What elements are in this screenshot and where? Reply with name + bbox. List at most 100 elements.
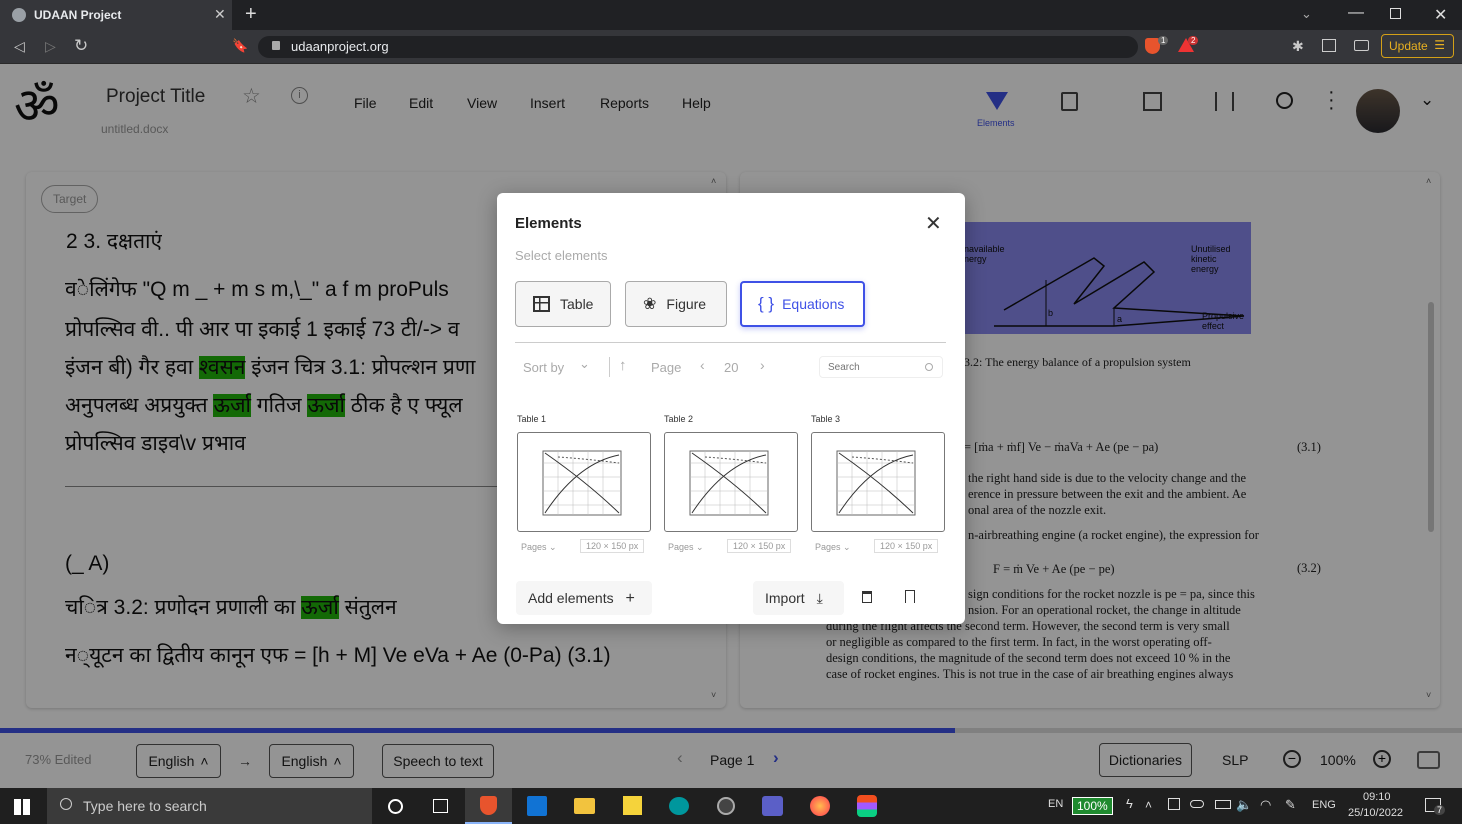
figma-icon[interactable] bbox=[857, 795, 877, 817]
elements-dialog: Elements ✕ Select elements Table ❀ Figur… bbox=[497, 193, 965, 624]
teams-icon[interactable] bbox=[762, 796, 783, 816]
close-tab-icon[interactable]: ✕ bbox=[214, 6, 226, 23]
volume-icon[interactable]: 🔈 bbox=[1236, 797, 1252, 813]
cortana-icon[interactable] bbox=[388, 799, 403, 814]
lock-icon bbox=[272, 41, 280, 50]
item-label: Table 2 bbox=[664, 414, 694, 424]
import-button[interactable]: Import ⤓ bbox=[753, 581, 844, 615]
table-type-button[interactable]: Table bbox=[515, 281, 611, 327]
file-explorer-icon[interactable] bbox=[574, 798, 595, 814]
item-label: Table 1 bbox=[517, 414, 547, 424]
search-box[interactable] bbox=[819, 356, 943, 378]
chevron-down-icon[interactable]: ⌄ bbox=[579, 356, 590, 372]
keyboard-language[interactable]: EN bbox=[1048, 798, 1063, 810]
firefox-icon[interactable] bbox=[810, 796, 830, 816]
chevron-down-icon: ⌄ bbox=[696, 542, 704, 552]
brave-taskbar-icon[interactable] bbox=[465, 788, 512, 824]
menu-lines-icon: ☰ bbox=[1434, 38, 1445, 52]
pages-select[interactable]: Pages ⌄ bbox=[521, 542, 557, 553]
pages-select[interactable]: Pages ⌄ bbox=[668, 542, 704, 553]
charging-icon: ϟ bbox=[1126, 796, 1133, 811]
obs-icon[interactable] bbox=[717, 797, 735, 815]
battery-icon[interactable] bbox=[1215, 800, 1231, 809]
sort-by-select[interactable]: Sort by bbox=[523, 360, 564, 375]
chevron-down-icon: ⌄ bbox=[843, 542, 851, 552]
pages-label: Pages bbox=[521, 542, 547, 552]
braces-icon: { } bbox=[758, 294, 775, 313]
tray-chevron-icon[interactable]: ˄ bbox=[1145, 798, 1152, 812]
thumbnail-plot bbox=[542, 450, 622, 516]
size-field[interactable]: 120 × 150 px bbox=[727, 539, 792, 553]
back-icon[interactable]: ◁ bbox=[14, 38, 25, 55]
browser-tab[interactable]: UDAAN Project ✕ bbox=[0, 0, 232, 30]
minimize-icon[interactable]: — bbox=[1348, 4, 1364, 22]
clock-date[interactable]: 25/10/2022 bbox=[1348, 807, 1403, 819]
prev-page-icon[interactable]: ‹ bbox=[700, 357, 705, 373]
plus-icon: + bbox=[625, 590, 635, 607]
taskbar-search-box[interactable]: Type here to search bbox=[47, 788, 372, 824]
chevron-down-icon: ⌄ bbox=[549, 542, 557, 552]
pages-label: Pages bbox=[815, 542, 841, 552]
address-bar[interactable] bbox=[258, 36, 1138, 58]
next-page-icon[interactable]: › bbox=[760, 357, 765, 373]
trash-icon[interactable] bbox=[862, 591, 872, 603]
brave-logo-icon bbox=[480, 796, 497, 815]
wifi-icon[interactable]: ◠ bbox=[1260, 797, 1271, 813]
figure-type-button[interactable]: ❀ Figure bbox=[625, 281, 727, 327]
size-field[interactable]: 120 × 150 px bbox=[580, 539, 645, 553]
dialog-subtitle: Select elements bbox=[515, 248, 608, 263]
pages-label: Pages bbox=[668, 542, 694, 552]
element-thumbnail[interactable] bbox=[811, 432, 945, 532]
wallet-icon[interactable] bbox=[1354, 40, 1369, 51]
update-button[interactable]: Update ☰ bbox=[1381, 34, 1454, 58]
divider bbox=[515, 342, 946, 343]
taskbar-search-placeholder: Type here to search bbox=[83, 798, 207, 814]
brave-favicon-icon bbox=[12, 8, 26, 22]
windows-taskbar: Type here to search EN 100% ϟ ˄ 🔈 ◠ ✎ EN… bbox=[0, 788, 1462, 824]
magnifier-icon bbox=[60, 798, 72, 810]
pages-select[interactable]: Pages ⌄ bbox=[815, 542, 851, 553]
equations-type-button[interactable]: { } Equations bbox=[740, 281, 865, 327]
sort-asc-icon[interactable]: ↑ bbox=[619, 357, 627, 374]
sidebar-icon[interactable] bbox=[1322, 39, 1336, 52]
bookmark-icon[interactable]: 🔖 bbox=[232, 38, 248, 54]
page-label: Page bbox=[651, 360, 682, 375]
close-icon[interactable]: ✕ bbox=[925, 211, 942, 236]
new-tab-icon[interactable]: + bbox=[245, 3, 257, 26]
maximize-icon[interactable] bbox=[1390, 8, 1401, 19]
cloud-off-icon[interactable] bbox=[1190, 800, 1204, 808]
element-thumbnail[interactable] bbox=[517, 432, 651, 532]
figure-type-label: Figure bbox=[666, 296, 707, 312]
element-thumbnail[interactable] bbox=[664, 432, 798, 532]
table-type-label: Table bbox=[560, 296, 594, 312]
reload-icon[interactable]: ↻ bbox=[74, 36, 88, 56]
thumbnail-plot bbox=[836, 450, 916, 516]
pen-icon[interactable]: ✎ bbox=[1285, 797, 1296, 813]
battery-indicator[interactable]: 100% bbox=[1072, 797, 1113, 815]
clock-time[interactable]: 09:10 bbox=[1363, 791, 1391, 803]
bookmark-icon[interactable] bbox=[905, 590, 915, 603]
update-label: Update bbox=[1389, 39, 1428, 53]
task-view-icon[interactable] bbox=[433, 799, 448, 813]
dialog-title: Elements bbox=[515, 215, 582, 232]
arduino-icon[interactable] bbox=[669, 797, 689, 815]
sticky-notes-icon[interactable] bbox=[623, 796, 642, 815]
forward-icon[interactable]: ▷ bbox=[45, 38, 56, 55]
input-language[interactable]: ENG bbox=[1312, 799, 1336, 811]
item-label: Table 3 bbox=[811, 414, 841, 424]
notification-count: 7 bbox=[1434, 805, 1446, 815]
close-window-icon[interactable]: ✕ bbox=[1434, 5, 1447, 25]
tab-title: UDAAN Project bbox=[34, 8, 122, 22]
outlook-icon[interactable] bbox=[527, 796, 547, 816]
search-icon bbox=[925, 363, 933, 371]
size-field[interactable]: 120 × 150 px bbox=[874, 539, 939, 553]
tab-search-icon[interactable]: ⌄ bbox=[1301, 6, 1312, 22]
add-elements-button[interactable]: Add elements + bbox=[516, 581, 652, 615]
extensions-icon[interactable]: ✱ bbox=[1292, 38, 1304, 55]
windows-start-icon[interactable] bbox=[14, 799, 30, 815]
search-input[interactable] bbox=[828, 362, 923, 373]
network-icon[interactable] bbox=[1168, 798, 1180, 810]
equations-type-label: Equations bbox=[782, 296, 845, 312]
figure-shapes-icon: ❀ bbox=[643, 296, 657, 313]
divider bbox=[609, 357, 610, 377]
